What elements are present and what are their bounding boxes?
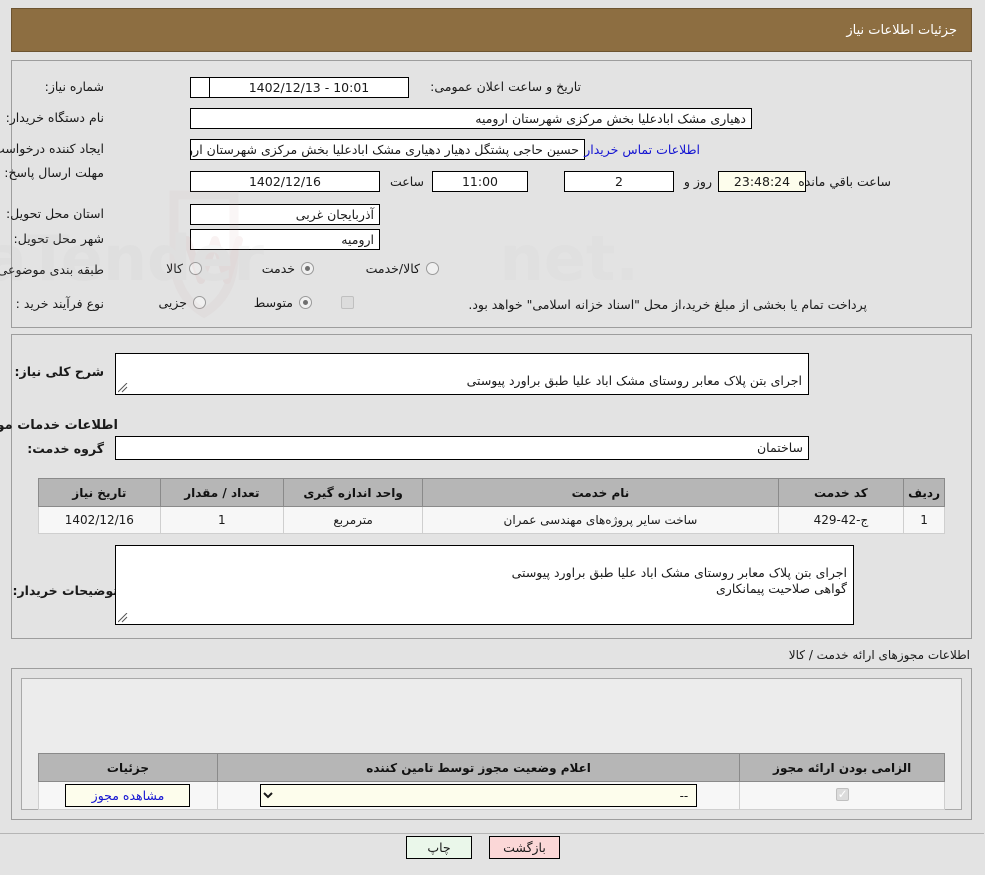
resize-grip-icon[interactable] [119, 383, 129, 393]
hour-label: ساعت [390, 174, 425, 189]
purchase-type-label: نوع فرآیند خرید : [16, 296, 105, 311]
category-radio-kala[interactable] [190, 262, 203, 275]
purchase-radio-motevaset-label: متوسط [254, 295, 294, 310]
footer-divider [0, 833, 985, 834]
col-code: کد خدمت [778, 478, 906, 507]
deadline-label: مهلت ارسال پاسخ: تا تاریخ: [0, 165, 105, 180]
cell-status[interactable]: -- [217, 781, 742, 810]
services-table: ردیف کد خدمت نام خدمت واحد اندازه گیری ت… [39, 478, 946, 534]
category-radio-khedmat[interactable] [302, 262, 315, 275]
buyer-org-label-wrap: نام دستگاه خریدار: [7, 110, 105, 125]
category-radio-kala-khedmat-label: کالا/خدمت [366, 261, 421, 276]
category-radio-khedmat-label: خدمت [262, 261, 296, 276]
creator-label-wrap: ایجاد کننده درخواست: [0, 141, 105, 156]
cell-name: ساخت سایر پروژه‌های مهندسی عمران [423, 506, 780, 534]
resize-grip-icon[interactable] [119, 613, 129, 623]
col-name: نام خدمت [423, 478, 780, 507]
announce-label-wrap: تاریخ و ساعت اعلان عمومی: [431, 79, 582, 94]
category-label-wrap: طبقه بندی موضوعی: [0, 262, 105, 277]
col-qty: تعداد / مقدار [160, 478, 285, 507]
treasury-docs-checkbox[interactable] [342, 296, 355, 309]
treasury-docs-note: پرداخت تمام یا بخشی از مبلغ خرید،از محل … [469, 297, 868, 312]
col-unit: واحد اندازه گیری [283, 478, 425, 507]
print-button[interactable]: چاپ [407, 836, 473, 859]
service-group-value: ساختمان [116, 436, 810, 460]
province-value: آذربایجان غربی [191, 204, 381, 225]
cell-details[interactable]: مشاهده مجوز [39, 781, 219, 810]
services-table-header-row: ردیف کد خدمت نام خدمت واحد اندازه گیری ت… [39, 478, 946, 507]
remaining-hours-label: ساعت باقي مانده [799, 174, 892, 189]
table-row: 1 ج-42-429 ساخت سایر پروژه‌های مهندسی عم… [39, 506, 946, 534]
need-number-label-wrap: شماره نیاز: [46, 79, 105, 94]
cell-code: ج-42-429 [778, 506, 906, 534]
purchase-option-motevaset[interactable]: متوسط [253, 295, 313, 310]
city-value: ارومیه [191, 229, 381, 250]
purchase-label-wrap: نوع فرآیند خرید : [17, 296, 105, 311]
city-label: شهر محل تحویل: [14, 231, 105, 246]
category-option-kala[interactable]: کالا [165, 261, 203, 276]
buyer-org-value: دهیاری مشک ابادعلیا بخش مرکزی شهرستان ار… [191, 108, 753, 129]
licenses-table-header-row: الزامی بودن ارائه مجوز اعلام وضعیت مجوز … [39, 753, 946, 782]
city-label-wrap: شهر محل تحویل: [15, 231, 105, 246]
need-number-label: شماره نیاز: [45, 79, 105, 94]
category-radio-kala-khedmat[interactable] [427, 262, 440, 275]
page-header-bar: جزئیات اطلاعات نیاز [12, 8, 973, 52]
purchase-radio-jozee[interactable] [194, 296, 207, 309]
page-title: جزئیات اطلاعات نیاز [847, 22, 958, 38]
col-row: ردیف [904, 478, 946, 507]
remaining-days-value: 2 [565, 171, 675, 192]
view-license-button[interactable]: مشاهده مجوز [66, 784, 192, 807]
service-group-label: گروه خدمت: [28, 441, 105, 456]
category-option-kala-khedmat[interactable]: کالا/خدمت [365, 261, 440, 276]
cell-row: 1 [904, 506, 946, 534]
cell-qty: 1 [160, 506, 285, 534]
buyer-notes-textarea[interactable]: اجرای بتن پلاک معابر روستای مشک اباد علی… [116, 545, 855, 625]
table-row: -- مشاهده مجوز [39, 781, 946, 810]
license-status-select[interactable]: -- [260, 784, 699, 807]
licenses-table: الزامی بودن ارائه مجوز اعلام وضعیت مجوز … [39, 753, 946, 810]
services-info-heading: اطلاعات خدمات مورد نیاز [0, 418, 119, 433]
category-label: طبقه بندی موضوعی: [0, 262, 105, 277]
province-label-wrap: استان محل تحویل: [7, 206, 105, 221]
deadline-label-wrap: مهلت ارسال پاسخ: تا تاریخ: [0, 165, 105, 181]
category-radio-kala-label: کالا [167, 261, 184, 276]
category-option-khedmat[interactable]: خدمت [261, 261, 315, 276]
announce-datetime-value: 10:01 - 1402/12/13 [210, 77, 410, 98]
col-date: تاریخ نیاز [39, 478, 162, 507]
need-description-label: شرح کلی نیاز: [15, 364, 105, 379]
license-required-checkbox [836, 787, 850, 801]
col-required: الزامی بودن ارائه مجوز [740, 753, 946, 782]
cell-date: 1402/12/16 [39, 506, 162, 534]
days-label: روز و [684, 174, 713, 189]
need-description-textarea[interactable]: اجرای بتن پلاک معابر روستای مشک اباد علی… [116, 353, 810, 395]
col-status: اعلام وضعیت مجوز توسط تامین کننده [217, 753, 742, 782]
countdown-timer-value: 23:48:24 [719, 171, 807, 192]
cell-unit: مترمربع [283, 506, 425, 534]
buyer-notes-label: توضیحات خریدار: [13, 583, 119, 598]
buyer-org-label: نام دستگاه خریدار: [6, 110, 105, 125]
cell-required [740, 781, 946, 810]
deadline-time-value: 11:00 [433, 171, 529, 192]
creator-value: حسین حاجی پشتگل دهیار دهیاری مشک ابادعلی… [191, 139, 586, 160]
purchase-radio-jozee-label: جزیی [159, 295, 188, 310]
need-info-panel [12, 60, 973, 328]
buyer-notes-value: اجرای بتن پلاک معابر روستای مشک اباد علی… [512, 565, 848, 596]
purchase-option-jozee[interactable]: جزیی [157, 295, 207, 310]
page-root: AriaTender .net جزئیات اطلاعات نیاز شمار… [0, 0, 985, 875]
col-details: جزئیات [39, 753, 219, 782]
purchase-radio-motevaset[interactable] [300, 296, 313, 309]
deadline-date-value: 1402/12/16 [191, 171, 381, 192]
announce-datetime-label: تاریخ و ساعت اعلان عمومی: [431, 79, 582, 94]
licenses-section-note: اطلاعات مجوزهای ارائه خدمت / کالا [789, 648, 971, 662]
province-label: استان محل تحویل: [6, 206, 105, 221]
back-button[interactable]: بازگشت [490, 836, 561, 859]
need-description-value: اجرای بتن پلاک معابر روستای مشک اباد علی… [467, 373, 803, 388]
creator-label: ایجاد کننده درخواست: [0, 141, 105, 156]
buyer-contact-link[interactable]: اطلاعات تماس خریدار [585, 142, 701, 157]
